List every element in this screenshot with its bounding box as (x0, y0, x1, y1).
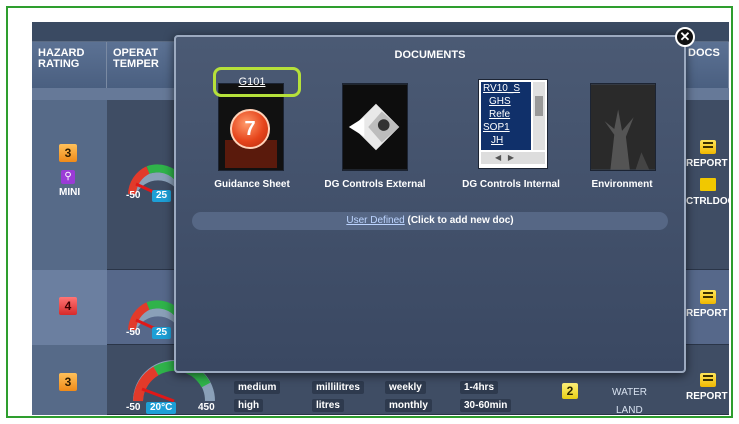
report-link[interactable]: REPORT (686, 391, 728, 402)
internal-list-item: RV10_S (483, 83, 521, 94)
internal-list-item: SOP1 (483, 122, 510, 133)
env-land: LAND (616, 405, 643, 415)
notification-count-badge: 7 (230, 109, 270, 149)
gauge-max: 450 (198, 402, 215, 413)
docs-cell: REPORT (682, 270, 729, 345)
header-hazard-rating[interactable]: HAZARD RATING (32, 42, 107, 88)
hazard-cell: 3 (32, 345, 107, 415)
header-temp-line2: TEMPER (113, 58, 159, 70)
mini-label: MINI (59, 187, 81, 198)
user-defined-link[interactable]: User Defined (346, 215, 404, 226)
user-defined-bar[interactable]: User Defined (Click to add new doc) (192, 212, 668, 230)
dg-controls-external-label[interactable]: DG Controls External (316, 179, 434, 190)
internal-list: RV10_S GHS Refe SOP1 JH (481, 82, 531, 150)
dg-controls-external-thumbnail[interactable] (342, 83, 408, 171)
duration-value-1: 1-4hrs (460, 381, 499, 394)
internal-list-item: JH (491, 135, 504, 146)
hazard-badge: 4 (59, 297, 77, 315)
header-docs-label: DOCS (688, 47, 720, 59)
report-link[interactable]: REPORT (686, 158, 728, 169)
gauge-min: -50 (126, 402, 141, 413)
hazard-badge: 3 (59, 373, 77, 391)
report-icon[interactable] (700, 373, 716, 387)
horizontal-scrollbar[interactable]: ◀ ▶ (481, 152, 545, 164)
screenshot-frame: HAZARD RATING OPERAT TEMPER DOCS 3 ⚲ MIN… (6, 6, 733, 418)
report-link[interactable]: REPORT (686, 308, 728, 319)
size-value-2: high (234, 399, 264, 412)
header-operating-temperature[interactable]: OPERAT TEMPER (107, 42, 177, 88)
ctrl-doc-link[interactable]: CTRLDOC (686, 196, 729, 207)
gauge-min: -50 (126, 190, 141, 201)
hazard-cell: 3 ⚲ MINI (32, 100, 107, 270)
gauge-value: 25 (152, 190, 172, 202)
internal-list-item: Refe (489, 109, 511, 120)
environment-thumbnail[interactable] (590, 83, 656, 171)
dg-controls-internal-thumbnail[interactable]: RV10_S GHS Refe SOP1 JH ◀ ▶ (478, 79, 548, 169)
guidance-code-link[interactable]: G101 (221, 76, 283, 88)
hazard-badge: 3 (59, 144, 77, 162)
mini-icon: ⚲ (61, 170, 75, 184)
frequency-value-1: weekly (385, 381, 426, 394)
modal-title: DOCUMENTS (394, 49, 466, 61)
dg-controls-internal-label[interactable]: DG Controls Internal (452, 179, 570, 190)
hazard-cell: 4 (32, 270, 107, 345)
environment-label[interactable]: Environment (580, 179, 664, 190)
docs-cell: REPORT (682, 345, 729, 415)
header-hazard-line2: RATING (38, 58, 80, 70)
header-docs[interactable]: DOCS (682, 42, 729, 88)
env-water: WATER (612, 387, 647, 398)
docs-cell: REPORT CTRLDOC (682, 100, 729, 270)
user-defined-hint: (Click to add new doc) (407, 215, 514, 226)
gauge-value: 25 (152, 327, 172, 339)
scrollbar-thumb[interactable] (535, 96, 543, 116)
internal-list-item: GHS (489, 96, 511, 107)
count-badge: 2 (562, 383, 578, 399)
gauge-value: 20°C (146, 402, 177, 414)
gauge-min: -50 (126, 327, 141, 338)
report-icon[interactable] (700, 290, 716, 304)
frequency-value-2: monthly (385, 399, 432, 412)
size-value-1: medium (234, 381, 281, 394)
volume-value-2: litres (312, 399, 344, 412)
close-icon[interactable]: ✕ (675, 27, 695, 47)
guidance-sheet-label[interactable]: Guidance Sheet (206, 179, 298, 190)
report-icon[interactable] (700, 140, 716, 154)
volume-value-1: millilitres (312, 381, 364, 394)
duration-value-2: 30-60min (460, 399, 512, 412)
folder-icon[interactable] (700, 178, 716, 191)
internal-list-scrollbar[interactable] (533, 82, 545, 150)
